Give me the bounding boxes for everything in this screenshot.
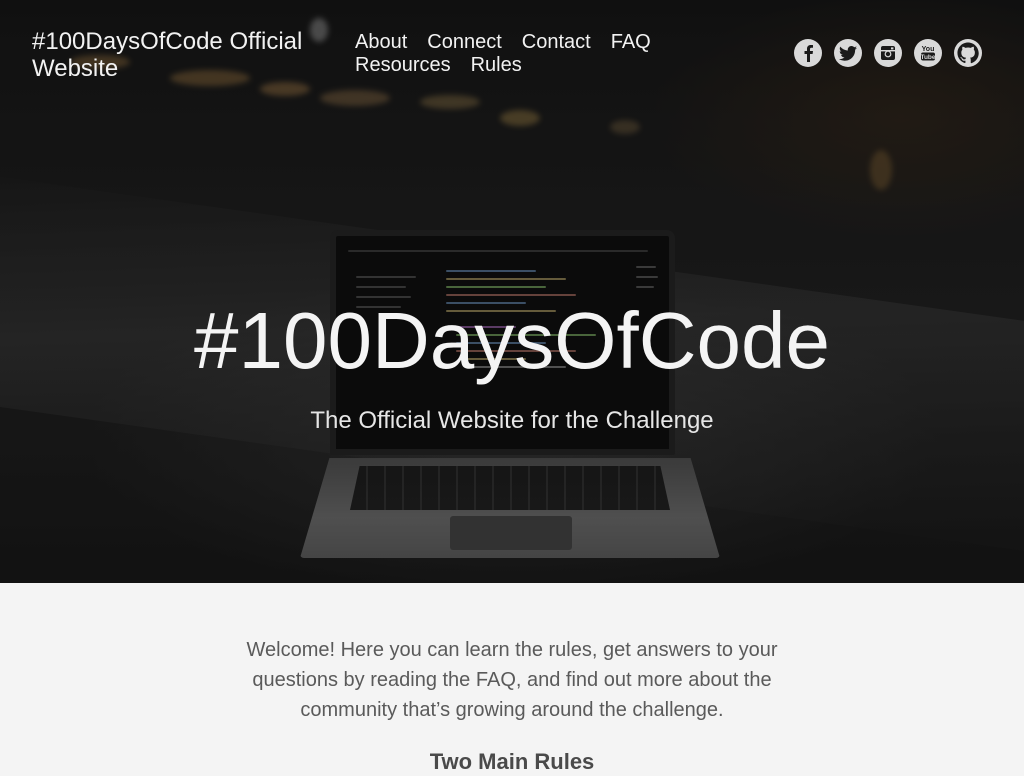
svg-text:You: You bbox=[922, 46, 935, 53]
github-glyph bbox=[957, 42, 979, 64]
nav-link-about[interactable]: About bbox=[355, 31, 407, 54]
instagram-glyph bbox=[881, 46, 895, 60]
nav-link-faq[interactable]: FAQ bbox=[611, 31, 651, 54]
youtube-icon[interactable]: You Tube bbox=[914, 39, 942, 67]
nav-link-resources[interactable]: Resources bbox=[355, 54, 451, 77]
content-section: Welcome! Here you can learn the rules, g… bbox=[0, 583, 1024, 774]
hero-overlay bbox=[0, 0, 1024, 583]
facebook-icon[interactable] bbox=[794, 39, 822, 67]
twitter-icon[interactable] bbox=[834, 39, 862, 67]
github-icon[interactable] bbox=[954, 39, 982, 67]
nav-link-rules[interactable]: Rules bbox=[471, 54, 522, 77]
main-nav: About Connect Contact FAQ Resources Rule… bbox=[355, 31, 685, 77]
nav-link-connect[interactable]: Connect bbox=[427, 31, 502, 54]
facebook-glyph bbox=[804, 45, 813, 62]
hero-title: #100DaysOfCode bbox=[194, 296, 830, 385]
youtube-glyph: You Tube bbox=[920, 46, 935, 61]
social-links: You Tube bbox=[794, 39, 982, 67]
intro-text: Welcome! Here you can learn the rules, g… bbox=[246, 639, 778, 721]
site-title-link[interactable]: #100DaysOfCode Official Website bbox=[32, 28, 332, 82]
hero-section: #100DaysOfCode Official Website About Co… bbox=[0, 0, 1024, 583]
instagram-icon[interactable] bbox=[874, 39, 902, 67]
twitter-glyph bbox=[839, 45, 857, 61]
rules-heading: Two Main Rules bbox=[429, 749, 595, 774]
svg-text:Tube: Tube bbox=[920, 54, 935, 61]
hero-subtitle: The Official Website for the Challenge bbox=[310, 407, 714, 434]
nav-link-contact[interactable]: Contact bbox=[522, 31, 591, 54]
